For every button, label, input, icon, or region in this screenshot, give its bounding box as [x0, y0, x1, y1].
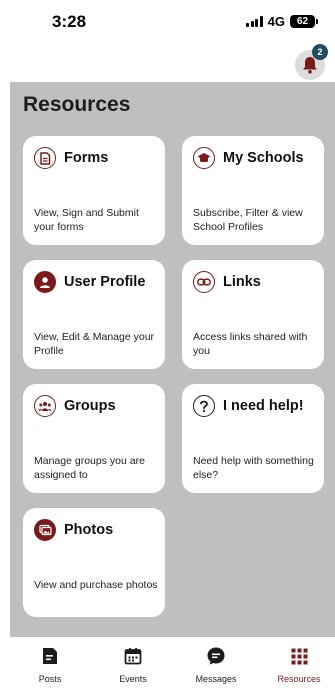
notification-badge: 2	[312, 44, 328, 60]
card-description: View, Sign and Submit your forms	[34, 207, 139, 233]
forms-card[interactable]: Forms View, Sign and Submit your forms	[23, 136, 165, 245]
card-description: Access links shared with you	[193, 331, 308, 357]
bottom-nav: Posts Events Messages Resources	[0, 637, 335, 699]
user-profile-card[interactable]: User Profile View, Edit & Manage your Pr…	[23, 260, 165, 369]
links-card[interactable]: Links Access links shared with you	[182, 260, 324, 369]
my-schools-card[interactable]: My Schools Subscribe, Filter & view Scho…	[182, 136, 324, 245]
grid-icon	[291, 648, 307, 664]
page-title: Resources	[23, 93, 131, 116]
group-icon	[34, 395, 56, 417]
notifications-button[interactable]: 2	[295, 44, 328, 80]
card-title: My Schools	[223, 150, 304, 166]
card-description: Manage groups you are assigned to	[34, 455, 145, 481]
posts-icon	[43, 648, 57, 664]
nav-events[interactable]: Events	[98, 645, 168, 684]
nav-label: Events	[119, 674, 147, 684]
graduation-cap-icon	[193, 147, 215, 169]
resources-panel: Resources Forms View, Sign and Submit yo…	[10, 82, 335, 637]
status-indicators: 4G 62	[246, 14, 318, 29]
app-header: 2	[0, 40, 335, 82]
question-icon	[193, 395, 215, 417]
nav-label: Resources	[277, 674, 321, 684]
card-description: View and purchase photos	[34, 579, 158, 591]
groups-card[interactable]: Groups Manage groups you are assigned to	[23, 384, 165, 493]
help-card[interactable]: I need help! Need help with something el…	[182, 384, 324, 493]
signal-icon	[246, 16, 263, 27]
battery-icon: 62	[290, 15, 318, 28]
nav-resources[interactable]: Resources	[264, 645, 334, 684]
nav-messages[interactable]: Messages	[181, 645, 251, 684]
network-type: 4G	[267, 14, 285, 29]
photos-icon	[34, 519, 56, 541]
status-time: 3:28	[52, 12, 87, 31]
calendar-icon	[124, 648, 142, 665]
user-icon	[34, 271, 56, 293]
photos-card[interactable]: Photos View and purchase photos	[23, 508, 165, 617]
nav-label: Posts	[38, 674, 62, 684]
message-icon	[207, 647, 225, 665]
card-description: View, Edit & Manage your Profile	[34, 331, 155, 357]
card-title: Forms	[64, 150, 109, 166]
document-icon	[34, 147, 56, 169]
link-icon	[193, 271, 215, 293]
card-title: User Profile	[64, 274, 146, 290]
nav-posts[interactable]: Posts	[15, 645, 85, 684]
card-description: Subscribe, Filter & view School Profiles	[193, 207, 303, 233]
nav-label: Messages	[195, 674, 237, 684]
card-title: Groups	[64, 398, 116, 414]
card-title: Links	[223, 274, 261, 290]
card-title: I need help!	[223, 398, 304, 414]
card-title: Photos	[64, 522, 114, 538]
status-bar: 3:28 4G 62	[0, 0, 335, 40]
card-description: Need help with something else?	[193, 455, 314, 481]
